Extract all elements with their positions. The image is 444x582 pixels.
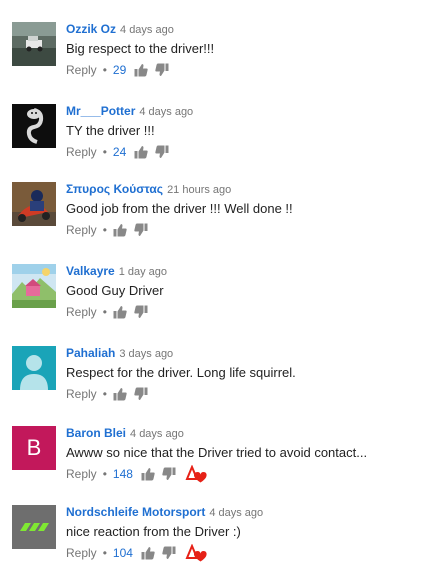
reply-button[interactable]: Reply [66, 546, 97, 560]
thumbs-down-icon[interactable] [134, 387, 148, 401]
comment-text: Good Guy Driver [66, 283, 164, 298]
reply-button[interactable]: Reply [66, 305, 97, 319]
thumbs-down-icon[interactable] [155, 145, 169, 159]
author-name[interactable]: Mr___Potter [66, 104, 135, 118]
comment-text: Respect for the driver. Long life squirr… [66, 365, 296, 380]
reply-button[interactable]: Reply [66, 145, 97, 159]
creator-heart-icon [185, 465, 207, 483]
separator: • [102, 387, 107, 401]
comment: Nordschleife Motorsport 4 days ago nice r… [0, 505, 444, 575]
comment-header: Pahaliah 3 days ago [66, 346, 173, 361]
timestamp[interactable]: 3 days ago [119, 348, 173, 360]
author-name[interactable]: Baron Blei [66, 426, 126, 440]
comment: Ozzik Oz 4 days ago Big respect to the dr… [0, 22, 444, 92]
timestamp[interactable]: 4 days ago [139, 106, 193, 118]
comment-actions: Reply • [66, 222, 155, 238]
separator: • [102, 467, 107, 481]
thumbs-down-icon[interactable] [134, 223, 148, 237]
separator: • [102, 223, 107, 237]
timestamp[interactable]: 21 hours ago [167, 184, 231, 196]
reply-button[interactable]: Reply [66, 223, 97, 237]
comment: B Baron Blei 4 days ago Awww so nice that… [0, 426, 444, 496]
comment-actions: Reply • 148 [66, 465, 207, 483]
thumbs-up-icon[interactable] [113, 305, 127, 319]
thumbs-down-icon[interactable] [134, 305, 148, 319]
reply-button[interactable]: Reply [66, 387, 97, 401]
thumbs-down-icon[interactable] [155, 63, 169, 77]
comment-header: Nordschleife Motorsport 4 days ago [66, 505, 263, 520]
comment-actions: Reply • 24 [66, 144, 176, 160]
timestamp[interactable]: 4 days ago [209, 507, 263, 519]
timestamp[interactable]: 4 days ago [120, 24, 174, 36]
comment-actions: Reply • 29 [66, 62, 176, 78]
comment-actions: Reply • [66, 386, 155, 402]
separator: • [102, 546, 107, 560]
avatar[interactable] [12, 22, 56, 66]
avatar[interactable] [12, 346, 56, 390]
comment: Mr___Potter 4 days ago TY the driver !!! … [0, 104, 444, 174]
comment-text: Good job from the driver !!! Well done !… [66, 201, 293, 216]
avatar[interactable] [12, 505, 56, 549]
thumbs-up-icon[interactable] [113, 223, 127, 237]
like-count: 148 [112, 467, 133, 481]
timestamp[interactable]: 1 day ago [119, 266, 167, 278]
comment-text: Awww so nice that the Driver tried to av… [66, 445, 368, 460]
comment-text: Big respect to the driver!!! [66, 41, 215, 56]
avatar[interactable] [12, 104, 56, 148]
thumbs-down-icon[interactable] [162, 467, 176, 481]
avatar[interactable] [12, 182, 56, 226]
separator: • [102, 305, 107, 319]
thumbs-down-icon[interactable] [162, 546, 176, 560]
comment: Valkayre 1 day ago Good Guy Driver Reply … [0, 264, 444, 334]
creator-heart-icon [185, 544, 207, 562]
thumbs-up-icon[interactable] [134, 145, 148, 159]
avatar[interactable] [12, 264, 56, 308]
author-name[interactable]: Nordschleife Motorsport [66, 505, 205, 519]
thumbs-up-icon[interactable] [141, 467, 155, 481]
separator: • [102, 145, 107, 159]
like-count: 104 [112, 546, 133, 560]
author-name[interactable]: Valkayre [66, 264, 115, 278]
reply-button[interactable]: Reply [66, 467, 97, 481]
comment-header: Valkayre 1 day ago [66, 264, 167, 279]
reply-button[interactable]: Reply [66, 63, 97, 77]
thumbs-up-icon[interactable] [113, 387, 127, 401]
comment-header: Baron Blei 4 days ago [66, 426, 184, 441]
comment: Pahaliah 3 days ago Respect for the drive… [0, 346, 444, 416]
separator: • [102, 63, 107, 77]
comment-header: Ozzik Oz 4 days ago [66, 22, 174, 37]
comment-header: Σπυρος Κούστας 21 hours ago [66, 182, 231, 197]
like-count: 29 [112, 63, 127, 77]
like-count: 24 [112, 145, 127, 159]
comment: Σπυρος Κούστας 21 hours ago Good job from… [0, 182, 444, 252]
avatar[interactable]: B [12, 426, 56, 470]
comment-actions: Reply • 104 [66, 544, 207, 562]
comment-text: TY the driver !!! [66, 123, 155, 138]
comment-actions: Reply • [66, 304, 155, 320]
timestamp[interactable]: 4 days ago [130, 428, 184, 440]
author-name[interactable]: Ozzik Oz [66, 22, 116, 36]
comment-text: nice reaction from the Driver :) [66, 524, 241, 539]
thumbs-up-icon[interactable] [134, 63, 148, 77]
comment-header: Mr___Potter 4 days ago [66, 104, 193, 119]
avatar-letter: B [26, 435, 42, 460]
author-name[interactable]: Σπυρος Κούστας [66, 182, 163, 196]
thumbs-up-icon[interactable] [141, 546, 155, 560]
author-name[interactable]: Pahaliah [66, 346, 115, 360]
